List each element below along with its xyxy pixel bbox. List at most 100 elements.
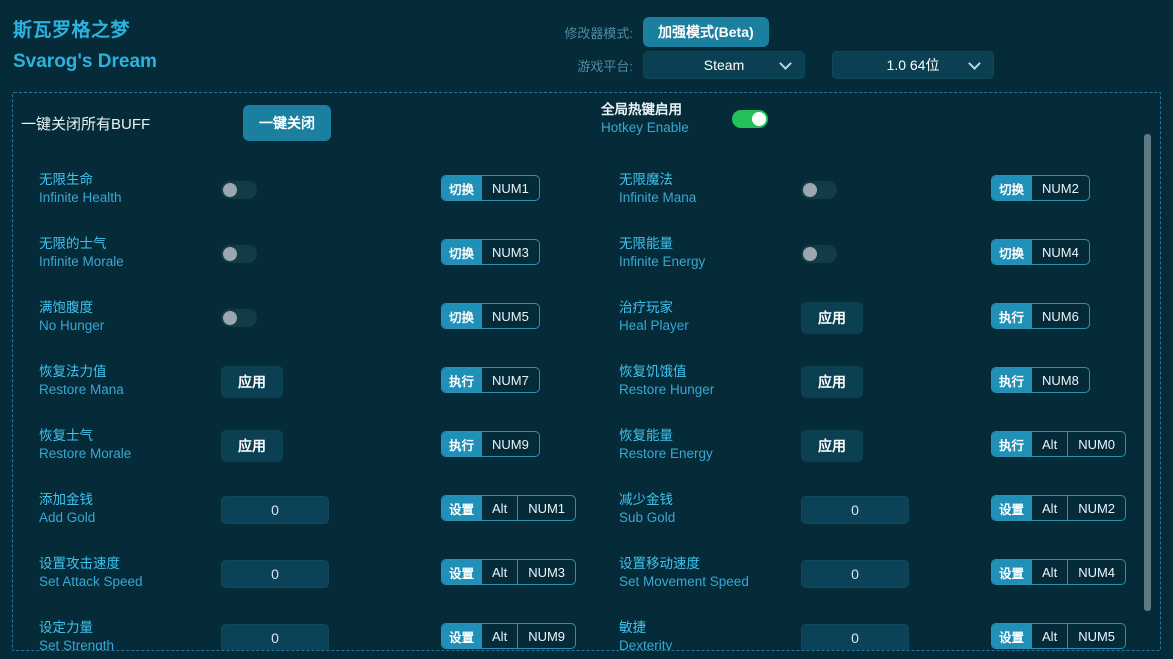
trainer-mode-button[interactable]: 加强模式(Beta): [643, 17, 769, 47]
hotkey-badge[interactable]: 设置AltNUM1: [441, 495, 576, 521]
close-all-button[interactable]: 一键关闭: [243, 105, 331, 141]
close-all-label: 一键关闭所有BUFF: [21, 113, 243, 134]
apply-button[interactable]: 应用: [801, 366, 863, 398]
value-input[interactable]: [801, 496, 909, 524]
toggle-knob-icon: [803, 247, 817, 261]
hotkey-badge[interactable]: 切换NUM5: [441, 303, 540, 329]
cheat-control: [221, 239, 257, 269]
cheat-row: 无限魔法Infinite Mana 切换NUM2: [601, 157, 1161, 221]
cheat-labels: 设置攻击速度Set Attack Speed: [39, 555, 209, 591]
platform-select-value: Steam: [704, 57, 744, 73]
hotkey-badge[interactable]: 执行NUM9: [441, 431, 540, 457]
hotkey-badge[interactable]: 切换NUM3: [441, 239, 540, 265]
toggle-knob-icon: [223, 247, 237, 261]
cheat-name-cn: 无限生命: [39, 171, 209, 189]
cheat-labels: 治疗玩家Heal Player: [619, 299, 789, 335]
cheat-name-cn: 设置攻击速度: [39, 555, 209, 573]
apply-button[interactable]: 应用: [221, 430, 283, 462]
hotkey-badge[interactable]: 设置AltNUM4: [991, 559, 1126, 585]
apply-button[interactable]: 应用: [801, 302, 863, 334]
cheat-name-cn: 减少金钱: [619, 491, 789, 509]
hotkey-enable-toggle[interactable]: [732, 110, 768, 128]
cheat-name-en: Restore Energy: [619, 445, 789, 463]
close-all-group: 一键关闭所有BUFF 一键关闭: [21, 105, 331, 141]
cheat-name-en: Restore Morale: [39, 445, 209, 463]
cheat-name-cn: 无限的士气: [39, 235, 209, 253]
apply-button[interactable]: 应用: [221, 366, 283, 398]
cheat-labels: 敏捷Dexterity: [619, 619, 789, 651]
toggle-knob-icon: [223, 183, 237, 197]
cheat-row-pair: 恢复法力值Restore Mana应用执行NUM7恢复饥饿值Restore Hu…: [13, 349, 1145, 413]
cheat-name-en: Restore Hunger: [619, 381, 789, 399]
cheat-toggle[interactable]: [801, 181, 837, 199]
cheat-name-en: Infinite Energy: [619, 253, 789, 271]
cheat-labels: 无限生命Infinite Health: [39, 171, 209, 207]
hotkey-badge[interactable]: 设置AltNUM2: [991, 495, 1126, 521]
page-title-en: Svarog's Dream: [13, 49, 157, 75]
hotkey-badge[interactable]: 执行NUM8: [991, 367, 1090, 393]
apply-button[interactable]: 应用: [801, 430, 863, 462]
hotkey-action-label: 切换: [442, 176, 481, 200]
cheat-labels: 无限魔法Infinite Mana: [619, 171, 789, 207]
platform-row: 游戏平台: Steam 1.0 64位: [553, 51, 994, 79]
hotkey-badge[interactable]: 执行NUM6: [991, 303, 1090, 329]
hotkey-action-label: 设置: [442, 560, 481, 584]
cheat-toggle[interactable]: [221, 181, 257, 199]
app-header: 斯瓦罗格之梦 Svarog's Dream 修改器模式: 加强模式(Beta) …: [0, 0, 1173, 92]
cheat-row: 恢复法力值Restore Mana应用执行NUM7: [21, 349, 587, 413]
hotkey-action-label: 设置: [992, 560, 1031, 584]
cheat-row-pair: 满饱腹度No Hunger切换NUM5治疗玩家Heal Player应用执行NU…: [13, 285, 1145, 349]
hotkey-key: NUM1: [481, 176, 539, 200]
panel-scrollbar[interactable]: [1144, 134, 1151, 611]
cheat-toggle[interactable]: [801, 245, 837, 263]
cheat-control: [801, 623, 909, 651]
cheat-row-pair: 无限的士气Infinite Morale 切换NUM3 无限能量Infinite E…: [13, 221, 1145, 285]
hotkey-key: Alt: [481, 496, 517, 520]
cheat-rows: 无限生命Infinite Health切换NUM1无限魔法Infinite Ma…: [13, 157, 1145, 651]
hotkey-badge[interactable]: 切换NUM1: [441, 175, 540, 201]
hotkey-key: Alt: [1031, 560, 1067, 584]
hotkey-key: Alt: [481, 560, 517, 584]
platform-select[interactable]: Steam: [643, 51, 805, 79]
hotkey-key: NUM9: [481, 432, 539, 456]
cheat-control: [221, 559, 329, 589]
version-select[interactable]: 1.0 64位: [832, 51, 994, 79]
hotkey-badge[interactable]: 设置AltNUM9: [441, 623, 576, 649]
hotkey-badge[interactable]: 切换NUM4: [991, 239, 1090, 265]
cheat-labels: 恢复士气Restore Morale: [39, 427, 209, 463]
hotkey-action-label: 执行: [442, 432, 481, 456]
cheat-name-cn: 无限能量: [619, 235, 789, 253]
cheat-toggle[interactable]: [221, 245, 257, 263]
trainer-window: 斯瓦罗格之梦 Svarog's Dream 修改器模式: 加强模式(Beta) …: [0, 0, 1173, 659]
value-input[interactable]: [221, 560, 329, 588]
chevron-down-icon: [779, 57, 792, 70]
cheat-row: 恢复能量Restore Energy应用执行AltNUM0: [601, 413, 1161, 477]
cheat-name-cn: 恢复饥饿值: [619, 363, 789, 381]
hotkey-action-label: 执行: [442, 368, 481, 392]
cheat-name-cn: 设定力量: [39, 619, 209, 637]
hotkey-action-label: 切换: [442, 304, 481, 328]
hotkey-action-label: 切换: [442, 240, 481, 264]
cheat-name-en: Infinite Morale: [39, 253, 209, 271]
version-select-value: 1.0 64位: [887, 55, 940, 75]
cheat-name-en: Set Movement Speed: [619, 573, 789, 591]
hotkey-badge[interactable]: 设置AltNUM3: [441, 559, 576, 585]
cheat-name-cn: 设置移动速度: [619, 555, 789, 573]
hotkey-action-label: 切换: [992, 176, 1031, 200]
cheat-toggle[interactable]: [221, 309, 257, 327]
hotkey-badge[interactable]: 设置AltNUM5: [991, 623, 1126, 649]
hotkey-key: Alt: [1031, 624, 1067, 648]
hotkey-key: NUM3: [481, 240, 539, 264]
cheat-row: 设定力量Set Strength设置AltNUM9: [21, 605, 587, 651]
value-input[interactable]: [801, 560, 909, 588]
hotkey-key: NUM8: [1031, 368, 1089, 392]
value-input[interactable]: [221, 624, 329, 651]
cheat-row: 无限生命Infinite Health 切换NUM1: [21, 157, 587, 221]
hotkey-badge[interactable]: 切换NUM2: [991, 175, 1090, 201]
hotkey-badge[interactable]: 执行AltNUM0: [991, 431, 1126, 457]
hotkey-badge[interactable]: 执行NUM7: [441, 367, 540, 393]
cheat-control: 应用: [801, 303, 863, 333]
cheat-row-pair: 设定力量Set Strength设置AltNUM9 敏捷Dexterity 设置Al…: [13, 605, 1145, 651]
value-input[interactable]: [221, 496, 329, 524]
value-input[interactable]: [801, 624, 909, 651]
